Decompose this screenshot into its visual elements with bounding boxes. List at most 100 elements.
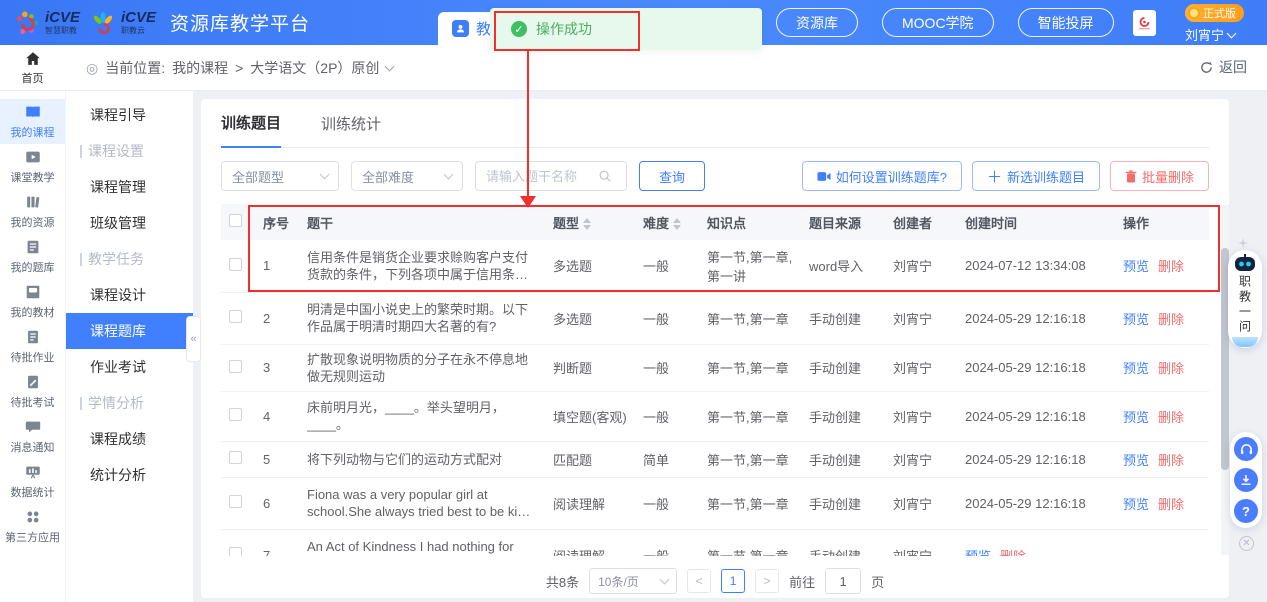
check-circle-icon: ✓ [511, 21, 527, 37]
col-type[interactable]: 题型 [545, 204, 635, 240]
chart-board-icon [24, 463, 42, 481]
menu-item-course-guide[interactable]: 课程引导 [66, 97, 193, 133]
prev-page-button[interactable]: < [687, 569, 711, 593]
preview-link[interactable]: 预览 [1123, 410, 1149, 425]
delete-link[interactable]: 删除 [1158, 410, 1184, 425]
select-all-checkbox[interactable] [229, 214, 242, 227]
success-toast: ✓ 操作成功 [490, 8, 762, 50]
menu-item-course-management[interactable]: 课程管理 [66, 169, 193, 205]
menu-collapse-handle[interactable]: « [186, 316, 201, 362]
breadcrumb-separator: > [235, 60, 243, 76]
delete-link[interactable]: 删除 [1158, 259, 1184, 274]
goto-page-input[interactable] [825, 568, 861, 594]
sidebar-item-classroom-teaching[interactable]: 课堂教学 [0, 144, 65, 189]
menu-item-statistical-analysis[interactable]: 统计分析 [66, 457, 193, 493]
query-button[interactable]: 查询 [639, 161, 705, 191]
delete-link[interactable]: 删除 [1158, 361, 1184, 376]
row-checkbox[interactable] [229, 310, 242, 323]
user-block[interactable]: 正式版 刘宵宁 [1185, 4, 1244, 44]
row-checkbox[interactable] [229, 547, 242, 556]
exam-icon [24, 373, 42, 391]
row-checkbox[interactable] [229, 360, 242, 373]
add-training-questions-button[interactable]: ＋ 新选训练题目 [972, 161, 1100, 191]
username[interactable]: 刘宵宁 [1185, 25, 1235, 44]
delete-link[interactable]: 删除 [1000, 549, 1026, 557]
row-checkbox[interactable] [229, 408, 242, 421]
location-pin-icon: ◎ [86, 60, 98, 77]
preview-link[interactable]: 预览 [1123, 453, 1149, 468]
next-page-button[interactable]: > [755, 569, 779, 593]
col-actions: 操作 [1115, 204, 1209, 240]
logo-subtitle: 智慧职教 [45, 27, 80, 35]
delete-link[interactable]: 删除 [1158, 312, 1184, 327]
batch-delete-button[interactable]: 批量删除 [1110, 161, 1209, 191]
preview-link[interactable]: 预览 [1123, 312, 1149, 327]
robot-icon [1233, 254, 1257, 272]
assistant-widget[interactable]: 职教一问 [1228, 250, 1262, 348]
logo-icve-zhihui: iCVE 智慧职教 [14, 10, 80, 36]
medal-icon [1188, 7, 1200, 19]
menu-item-course-question-bank[interactable]: 课程题库 [66, 313, 193, 349]
nav-mooc-academy[interactable]: MOOC学院 [882, 8, 994, 37]
close-float-icon[interactable]: ✕ [1239, 536, 1254, 551]
help-button[interactable]: ? [1234, 499, 1258, 523]
row-checkbox[interactable] [229, 451, 242, 464]
sidebar-item-my-courses[interactable]: 我的课程 [0, 99, 65, 144]
question-table: 序号 题干 题型 难度 知识点 题目来源 创建者 创建时间 操作 1 信用条件是… [221, 204, 1209, 556]
search-icon[interactable] [598, 169, 612, 183]
breadcrumb-path[interactable]: 我的课程 [172, 58, 228, 78]
stem-search-input[interactable] [486, 169, 598, 184]
question-type-select[interactable]: 全部题型 [221, 161, 339, 191]
question-stem: 将下列动物与它们的运动方式配对 [307, 451, 537, 468]
page-size-select[interactable]: 10条/页 [589, 568, 677, 594]
sort-icon[interactable] [583, 218, 591, 230]
section-bar [80, 145, 82, 158]
support-headset-button[interactable] [1234, 437, 1258, 461]
teacher-icon [452, 20, 469, 37]
plus-icon: ＋ [987, 166, 1002, 187]
sidebar-item-statistics[interactable]: 数据统计 [0, 459, 65, 504]
back-button[interactable]: 返回 [1199, 57, 1247, 77]
sidebar-item-home[interactable]: 首页 [0, 45, 65, 91]
row-checkbox[interactable] [229, 495, 242, 508]
col-creator: 创建者 [885, 204, 957, 240]
sidebar-item-my-resources[interactable]: 我的资源 [0, 189, 65, 234]
breadcrumb-current[interactable]: 大学语文（2P）原创 [250, 58, 379, 78]
tab-training-statistics[interactable]: 训练统计 [321, 113, 381, 147]
col-difficulty[interactable]: 难度 [635, 204, 699, 240]
difficulty-select[interactable]: 全部难度 [351, 161, 463, 191]
chevron-down-icon [320, 169, 330, 179]
certificate-icon[interactable] [1133, 10, 1156, 36]
chevron-down-icon[interactable] [385, 61, 395, 71]
preview-link[interactable]: 预览 [1123, 259, 1149, 274]
download-button[interactable] [1234, 468, 1258, 492]
sidebar-item-pending-exams[interactable]: 待批考试 [0, 369, 65, 414]
question-stem: 明清是中国小说史上的繁荣时期。以下作品属于明清时期四大名著的有? [307, 301, 537, 335]
help-training-bank-button[interactable]: 如何设置训练题库? [802, 161, 962, 191]
menu-item-homework-exams[interactable]: 作业考试 [66, 349, 193, 385]
delete-link[interactable]: 删除 [1158, 497, 1184, 512]
menu-item-course-design[interactable]: 课程设计 [66, 277, 193, 313]
row-checkbox[interactable] [229, 258, 242, 271]
sort-icon[interactable] [673, 218, 681, 230]
section-bar [80, 253, 82, 266]
preview-link[interactable]: 预览 [965, 549, 991, 557]
chevron-down-icon [444, 169, 454, 179]
sidebar-item-third-party-apps[interactable]: 第三方应用 [0, 504, 65, 549]
menu-item-class-management[interactable]: 班级管理 [66, 205, 193, 241]
sidebar-item-my-textbooks[interactable]: 我的教材 [0, 279, 65, 324]
platform-title: 资源库教学平台 [170, 9, 310, 36]
tab-training-questions[interactable]: 训练题目 [221, 112, 281, 148]
current-page-button[interactable]: 1 [721, 569, 745, 593]
nav-resource-library[interactable]: 资源库 [776, 8, 858, 37]
sidebar-item-messages[interactable]: 消息通知 [0, 414, 65, 459]
question-table-wrap: 序号 题干 题型 难度 知识点 题目来源 创建者 创建时间 操作 1 信用条件是… [221, 204, 1209, 556]
nav-smart-cast[interactable]: 智能投屏 [1018, 8, 1114, 37]
chevron-down-icon [1227, 28, 1237, 38]
preview-link[interactable]: 预览 [1123, 361, 1149, 376]
preview-link[interactable]: 预览 [1123, 497, 1149, 512]
sidebar-item-my-question-bank[interactable]: 我的题库 [0, 234, 65, 279]
sidebar-item-pending-assignments[interactable]: 待批作业 [0, 324, 65, 369]
menu-item-course-grades[interactable]: 课程成绩 [66, 421, 193, 457]
delete-link[interactable]: 删除 [1158, 453, 1184, 468]
